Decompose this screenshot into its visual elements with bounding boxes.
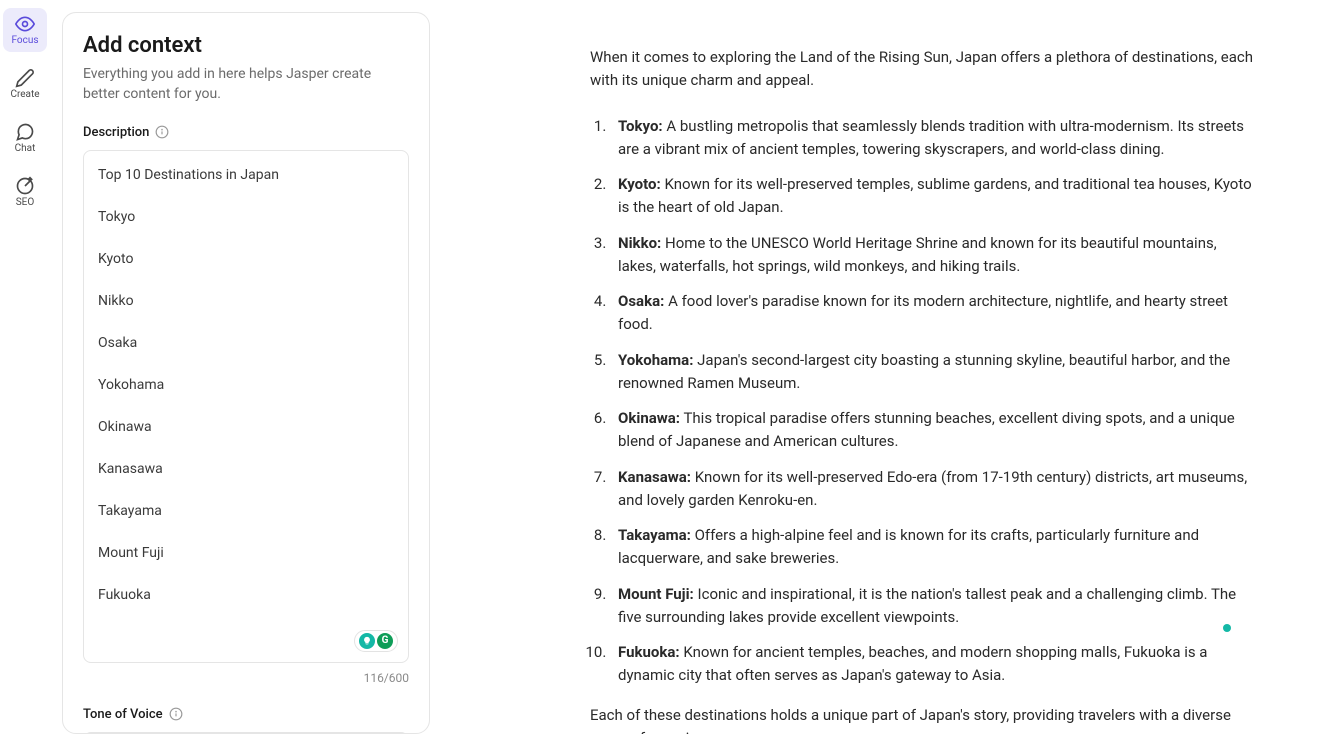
target-icon [15, 176, 35, 196]
list-item: Osaka: A food lover's paradise known for… [610, 290, 1255, 337]
item-name: Fukuoka: [618, 643, 680, 661]
sidebar-item-focus[interactable]: Focus [3, 8, 47, 52]
sidebar-item-label: Create [10, 90, 39, 100]
item-text: Iconic and inspirational, it is the nati… [618, 585, 1236, 626]
context-card: Add context Everything you add in here h… [62, 12, 430, 734]
list-item: Takayama: Offers a high-alpine feel and … [610, 524, 1255, 571]
status-dot [1223, 624, 1231, 632]
chat-icon [15, 122, 35, 142]
sidebar-item-label: Chat [15, 144, 36, 154]
sidebar-item-seo[interactable]: SEO [3, 170, 47, 214]
item-text: Known for its well-preserved temples, su… [618, 175, 1252, 216]
item-name: Yokohama: [618, 351, 693, 369]
tone-label: Tone of Voice [83, 707, 163, 722]
item-name: Okinawa: [618, 409, 680, 427]
item-text: Offers a high-alpine feel and is known f… [618, 526, 1199, 567]
item-name: Kanasawa: [618, 468, 691, 486]
item-text: A bustling metropolis that seamlessly bl… [618, 117, 1244, 158]
sidebar-item-chat[interactable]: Chat [3, 116, 47, 160]
tone-label-row: Tone of Voice [83, 707, 409, 722]
list-item: Nikko: Home to the UNESCO World Heritage… [610, 232, 1255, 279]
list-item: Mount Fuji: Iconic and inspirational, it… [610, 583, 1255, 630]
item-text: Known for ancient temples, beaches, and … [618, 643, 1207, 684]
grammarly-icon[interactable]: G [377, 633, 393, 649]
description-text: Top 10 Destinations in Japan Tokyo Kyoto… [98, 167, 279, 603]
app-sidebar: Focus Create Chat SEO [0, 0, 50, 734]
eye-icon [15, 14, 35, 34]
item-name: Tokyo: [618, 117, 663, 135]
item-text: Home to the UNESCO World Heritage Shrine… [618, 234, 1217, 275]
editor-content[interactable]: When it comes to exploring the Land of t… [430, 0, 1335, 734]
char-count: 116/600 [83, 671, 409, 685]
item-name: Mount Fuji: [618, 585, 694, 603]
bulb-icon[interactable] [359, 633, 375, 649]
item-text: Japan's second-largest city boasting a s… [618, 351, 1230, 392]
list-item: Tokyo: A bustling metropolis that seamle… [610, 115, 1255, 162]
item-name: Takayama: [618, 526, 691, 544]
description-label-row: Description [83, 125, 409, 140]
list-item: Yokohama: Japan's second-largest city bo… [610, 349, 1255, 396]
outro-text: Each of these destinations holds a uniqu… [590, 704, 1255, 734]
item-name: Nikko: [618, 234, 661, 252]
item-name: Osaka: [618, 292, 664, 310]
article-intro: When it comes to exploring the Land of t… [590, 46, 1255, 93]
info-icon[interactable] [169, 707, 183, 721]
description-label: Description [83, 125, 149, 140]
context-panel: Add context Everything you add in here h… [50, 0, 430, 734]
list-item: Okinawa: This tropical paradise offers s… [610, 407, 1255, 454]
sidebar-item-label: SEO [16, 198, 35, 208]
sidebar-item-label: Focus [11, 36, 38, 46]
pencil-icon [15, 68, 35, 88]
item-text: This tropical paradise offers stunning b… [618, 409, 1235, 450]
item-text: A food lover's paradise known for its mo… [618, 292, 1228, 333]
info-icon[interactable] [155, 125, 169, 139]
list-item: Kyoto: Known for its well-preserved temp… [610, 173, 1255, 220]
item-name: Kyoto: [618, 175, 661, 193]
article-outro: Each of these destinations holds a uniqu… [590, 704, 1255, 734]
context-title: Add context [83, 33, 409, 58]
destination-list: Tokyo: A bustling metropolis that seamle… [590, 115, 1255, 688]
context-subtitle: Everything you add in here helps Jasper … [83, 64, 409, 105]
item-text: Known for its well-preserved Edo-era (fr… [618, 468, 1247, 509]
list-item: Fukuoka: Known for ancient temples, beac… [610, 641, 1255, 688]
list-item: Kanasawa: Known for its well-preserved E… [610, 466, 1255, 513]
description-input[interactable]: Top 10 Destinations in Japan Tokyo Kyoto… [83, 150, 409, 663]
sidebar-item-create[interactable]: Create [3, 62, 47, 106]
assistant-badges: G [354, 630, 398, 652]
